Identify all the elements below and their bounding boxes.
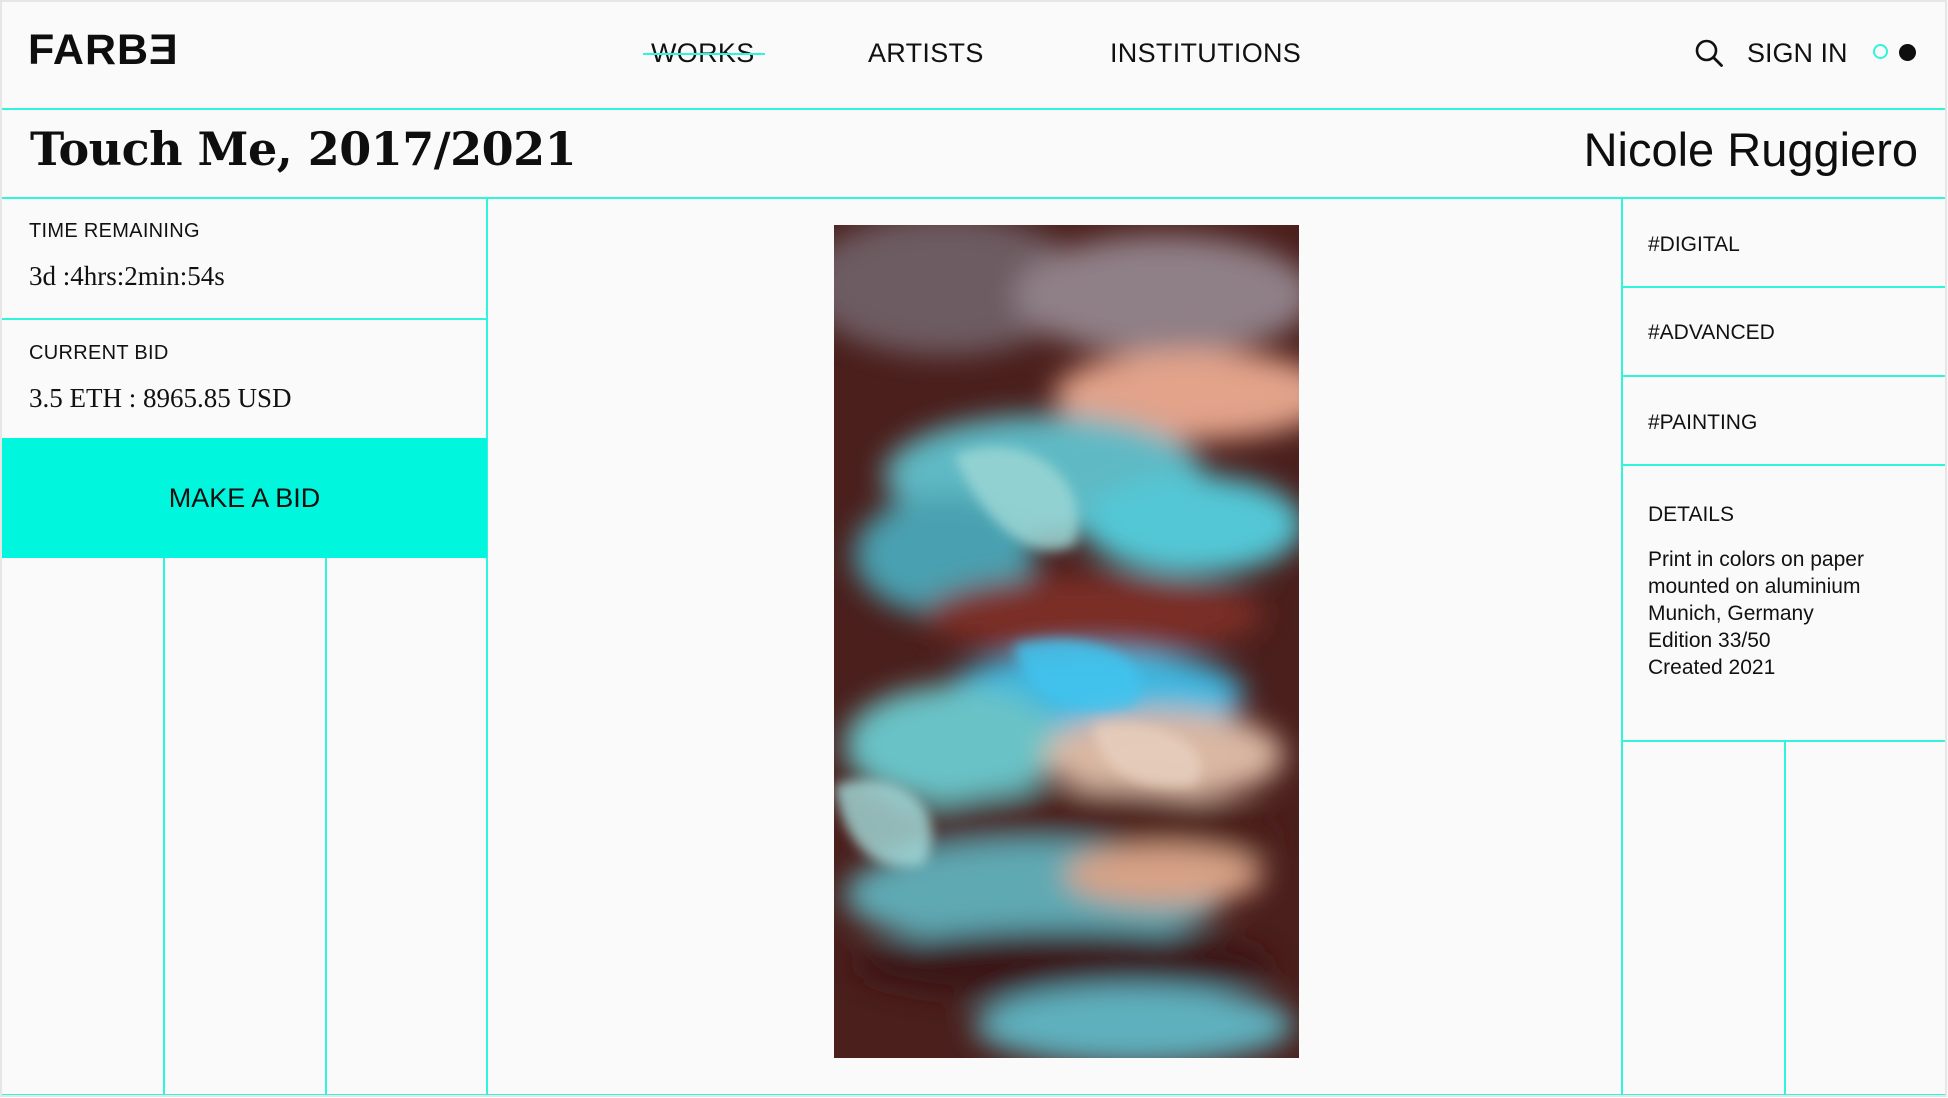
artwork-title: Touch Me, 2017/2021 [30,122,577,176]
outline-circle-icon [1873,44,1888,59]
title-divider [2,197,1946,199]
left-column-line-1 [163,558,165,1097]
details-line: Edition 33/50 [1648,629,1771,652]
make-a-bid-button[interactable]: MAKE A BID [2,438,487,558]
nav-institutions[interactable]: INSTITUTIONS [1110,38,1301,69]
left-panel-divider [486,197,488,1097]
tag-divider-3 [1621,464,1946,466]
details-label: DETAILS [1648,503,1734,526]
details-line: Munich, Germany [1648,602,1814,625]
filled-circle-icon [1899,44,1916,61]
search-icon[interactable] [1694,38,1724,68]
time-remaining-value: 3d :4hrs:2min:54s [29,261,225,291]
header-divider [2,108,1946,110]
time-divider [2,318,487,320]
right-panel-divider [1621,197,1623,1097]
tag-divider-2 [1621,375,1946,377]
nav-artists-label: ARTISTS [868,38,984,68]
details-line: Print in colors on paper [1648,548,1864,571]
current-bid-value: 3.5 ETH : 8965.85 USD [29,383,292,413]
tag-advanced[interactable]: #ADVANCED [1648,321,1775,345]
tag-digital[interactable]: #DIGITAL [1648,233,1740,257]
nav-institutions-label: INSTITUTIONS [1110,38,1302,68]
nav-works[interactable]: WORKS [643,38,765,69]
artwork-image[interactable] [834,225,1299,1058]
left-column-line-2 [325,558,327,1097]
time-remaining-label: TIME REMAINING [29,220,200,242]
right-column-line [1784,740,1786,1097]
sign-in-link[interactable]: SIGN IN [1747,38,1848,69]
details-line: mounted on aluminium [1648,575,1861,598]
details-line: Created 2021 [1648,656,1776,679]
artist-name[interactable]: Nicole Ruggiero [1584,122,1918,177]
tag-painting[interactable]: #PAINTING [1648,411,1757,435]
active-nav-indicator [643,53,765,55]
nav-artists[interactable]: ARTISTS [868,38,984,69]
page: FARBƎ WORKS ARTISTS INSTITUTIONS SIGN IN… [0,0,1948,1098]
theme-toggle[interactable] [1873,44,1921,62]
bottom-line [2,1094,1946,1096]
current-bid-label: CURRENT BID [29,342,169,364]
logo[interactable]: FARBƎ [28,26,179,75]
tag-divider-1 [1621,286,1946,288]
details-text: Print in colors on paper mounted on alum… [1648,546,1864,681]
